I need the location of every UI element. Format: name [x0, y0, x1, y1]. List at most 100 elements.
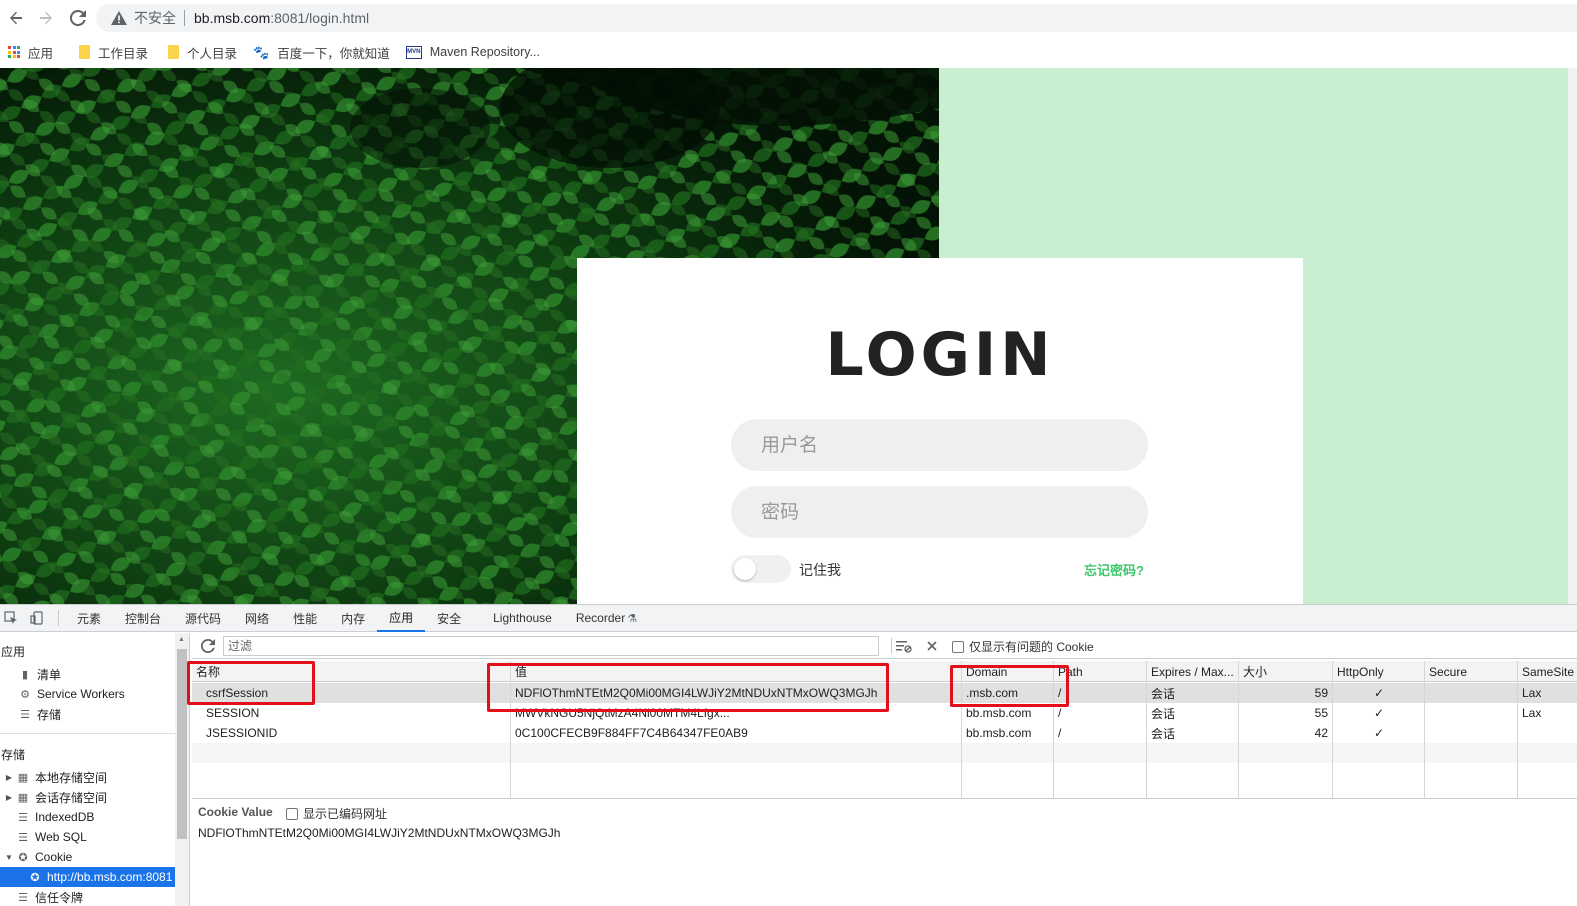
cell-domain: bb.msb.com — [966, 726, 1032, 740]
tab-recorder[interactable]: Recorder — [564, 605, 627, 632]
device-toolbar-icon[interactable] — [28, 609, 46, 627]
column-header-expires[interactable]: Expires / Max... — [1147, 661, 1239, 682]
bookmark-baidu[interactable]: 🐾 百度一下，你就知道 — [253, 43, 390, 62]
tab-sources[interactable]: 源代码 — [173, 605, 233, 632]
refresh-icon[interactable] — [199, 637, 217, 655]
sidebar-item-manifest[interactable]: ▮ 清单 — [0, 664, 175, 684]
column-header-secure[interactable]: Secure — [1425, 661, 1517, 682]
checkbox-box[interactable] — [952, 640, 964, 653]
remember-me-label: 记住我 — [799, 562, 841, 578]
reload-icon[interactable] — [66, 6, 90, 30]
column-header-domain[interactable]: Domain — [962, 661, 1054, 682]
page-scrollbar[interactable] — [1568, 68, 1577, 604]
sidebar-storage-header: 存储 — [1, 748, 26, 762]
tab-application[interactable]: 应用 — [377, 605, 426, 632]
cell-name: SESSION — [206, 706, 260, 720]
password-input[interactable] — [731, 486, 1148, 538]
sidebar-item-local-storage[interactable]: ▶ ▦ 本地存储空间 — [0, 767, 175, 787]
sidebar-item-storage[interactable]: ☰ 存储 — [0, 704, 175, 724]
tab-elements[interactable]: 元素 — [65, 605, 113, 632]
cell-expires: 会话 — [1151, 686, 1176, 701]
tab-console[interactable]: 控制台 — [113, 605, 173, 632]
sidebar-item-session-storage[interactable]: ▶ ▦ 会话存储空间 — [0, 787, 175, 807]
cell-size: 55 — [1314, 706, 1328, 720]
page-viewport: LOGIN 记住我 忘记密码? — [0, 68, 1568, 604]
back-arrow-icon[interactable] — [4, 6, 28, 30]
gear-icon: ⚙ — [20, 688, 30, 701]
tab-lighthouse[interactable]: Lighthouse — [481, 605, 564, 632]
toggle-knob — [734, 558, 756, 580]
forward-arrow-icon[interactable] — [34, 6, 58, 30]
sidebar-item-service-workers[interactable]: ⚙ Service Workers — [0, 684, 175, 704]
not-secure-label: 不安全 — [134, 10, 176, 26]
sidebar-item-indexeddb[interactable]: ☰ IndexedDB — [0, 807, 175, 827]
column-header-value[interactable]: 值 — [511, 661, 962, 682]
sidebar-item-label: Service Workers — [37, 687, 125, 701]
column-header-size[interactable]: 大小 — [1239, 661, 1332, 682]
scroll-up-arrow-icon[interactable]: ▲ — [178, 636, 185, 643]
cookie-value-text[interactable]: NDFlOThmNTEtM2Q0Mi00MGI4LWJiY2MtNDUxNTMx… — [198, 826, 560, 840]
sidebar-item-label: 会话存储空间 — [35, 790, 108, 805]
forgot-password-link[interactable]: 忘记密码? — [1084, 560, 1144, 579]
scrollbar-thumb[interactable] — [177, 649, 187, 839]
clear-filtered-icon[interactable] — [895, 637, 913, 655]
url-path: :8081/login.html — [270, 10, 370, 26]
cell-httponly: ✓ — [1373, 706, 1385, 720]
cell-path: / — [1058, 706, 1062, 720]
table-row[interactable]: JSESSIONID 0C100CFECB9F884FF7C4B64347FE0… — [192, 723, 1577, 743]
flask-icon: ⚗ — [627, 612, 638, 625]
address-divider — [184, 10, 185, 26]
column-header-samesite[interactable]: SameSite — [1518, 661, 1577, 682]
table-row[interactable]: SESSION MWVkNGU5NjQtMzA4Ni00MTM4Lfgx... … — [192, 703, 1577, 723]
tab-memory[interactable]: 内存 — [329, 605, 377, 632]
column-header-httponly[interactable]: HttpOnly — [1333, 661, 1425, 682]
column-divider — [1053, 661, 1054, 798]
column-divider — [1238, 661, 1239, 798]
cell-samesite: Lax — [1522, 686, 1542, 700]
database-icon: ☰ — [20, 708, 30, 721]
cell-secure — [1425, 683, 1517, 703]
bookmark-apps[interactable]: 应用 — [8, 43, 53, 62]
address-bar[interactable]: 不安全 bb.msb.com:8081/login.html — [96, 4, 1577, 32]
bookmark-label: 百度一下，你就知道 — [277, 46, 390, 61]
expand-arrow-icon[interactable]: ▶ — [4, 793, 14, 802]
show-url-encoded-label: 显示已编码网址 — [303, 807, 388, 821]
tab-security[interactable]: 安全 — [425, 605, 473, 632]
file-icon: ▮ — [21, 668, 29, 681]
only-issues-checkbox[interactable]: 仅显示有问题的 Cookie — [952, 638, 1094, 655]
sidebar-item-label: IndexedDB — [35, 810, 95, 824]
sidebar-item-trust-tokens[interactable]: ☰ 信任令牌 — [0, 887, 175, 906]
sidebar-item-cookie-origin[interactable]: ✪ http://bb.msb.com:8081 — [0, 867, 175, 887]
inspect-element-icon[interactable] — [2, 609, 20, 627]
tab-performance[interactable]: 性能 — [281, 605, 329, 632]
sidebar-item-label: 本地存储空间 — [35, 770, 108, 785]
sidebar-item-label: http://bb.msb.com:8081 — [47, 870, 173, 884]
sidebar-scrollbar[interactable]: ▲ — [175, 633, 190, 906]
column-header-path[interactable]: Path — [1054, 661, 1146, 682]
cookie-icon: ✪ — [30, 871, 40, 884]
filter-input[interactable] — [223, 636, 879, 656]
collapse-arrow-icon[interactable]: ▼ — [4, 853, 14, 862]
sidebar-item-web-sql[interactable]: ☰ Web SQL — [0, 827, 175, 847]
show-url-encoded-checkbox[interactable]: 显示已编码网址 — [286, 805, 387, 822]
bookmark-label: 工作目录 — [98, 46, 149, 61]
username-input[interactable] — [731, 419, 1148, 471]
bookmark-work-folder[interactable]: 工作目录 — [79, 43, 148, 62]
url-host: bb.msb.com — [194, 10, 271, 26]
column-header-name[interactable]: 名称 — [192, 661, 510, 682]
expand-arrow-icon[interactable]: ▶ — [4, 773, 14, 782]
cell-value: 0C100CFECB9F884FF7C4B64347FE0AB9 — [515, 726, 748, 740]
checkbox-box[interactable] — [286, 807, 298, 820]
clear-all-icon[interactable] — [923, 637, 941, 655]
database-icon: ☰ — [18, 831, 28, 844]
remember-me-toggle[interactable] — [731, 555, 791, 583]
bookmark-maven[interactable]: MVN Maven Repository... — [405, 45, 540, 59]
bookmarks-bar: 应用 工作目录 个人目录 🐾 百度一下，你就知道 MVN Maven Repos… — [0, 36, 1577, 68]
bookmark-personal-folder[interactable]: 个人目录 — [168, 43, 237, 62]
tab-network[interactable]: 网络 — [233, 605, 281, 632]
sidebar-item-cookie[interactable]: ▼ ✪ Cookie — [0, 847, 175, 867]
apps-grid-icon — [8, 46, 20, 58]
cookie-value-title: Cookie Value — [198, 805, 273, 819]
cookie-panel: 仅显示有问题的 Cookie 名称 值 Domain Path Expires … — [192, 633, 1577, 906]
table-row[interactable]: csrfSession NDFlOThmNTEtM2Q0Mi00MGI4LWJi… — [192, 683, 1577, 703]
